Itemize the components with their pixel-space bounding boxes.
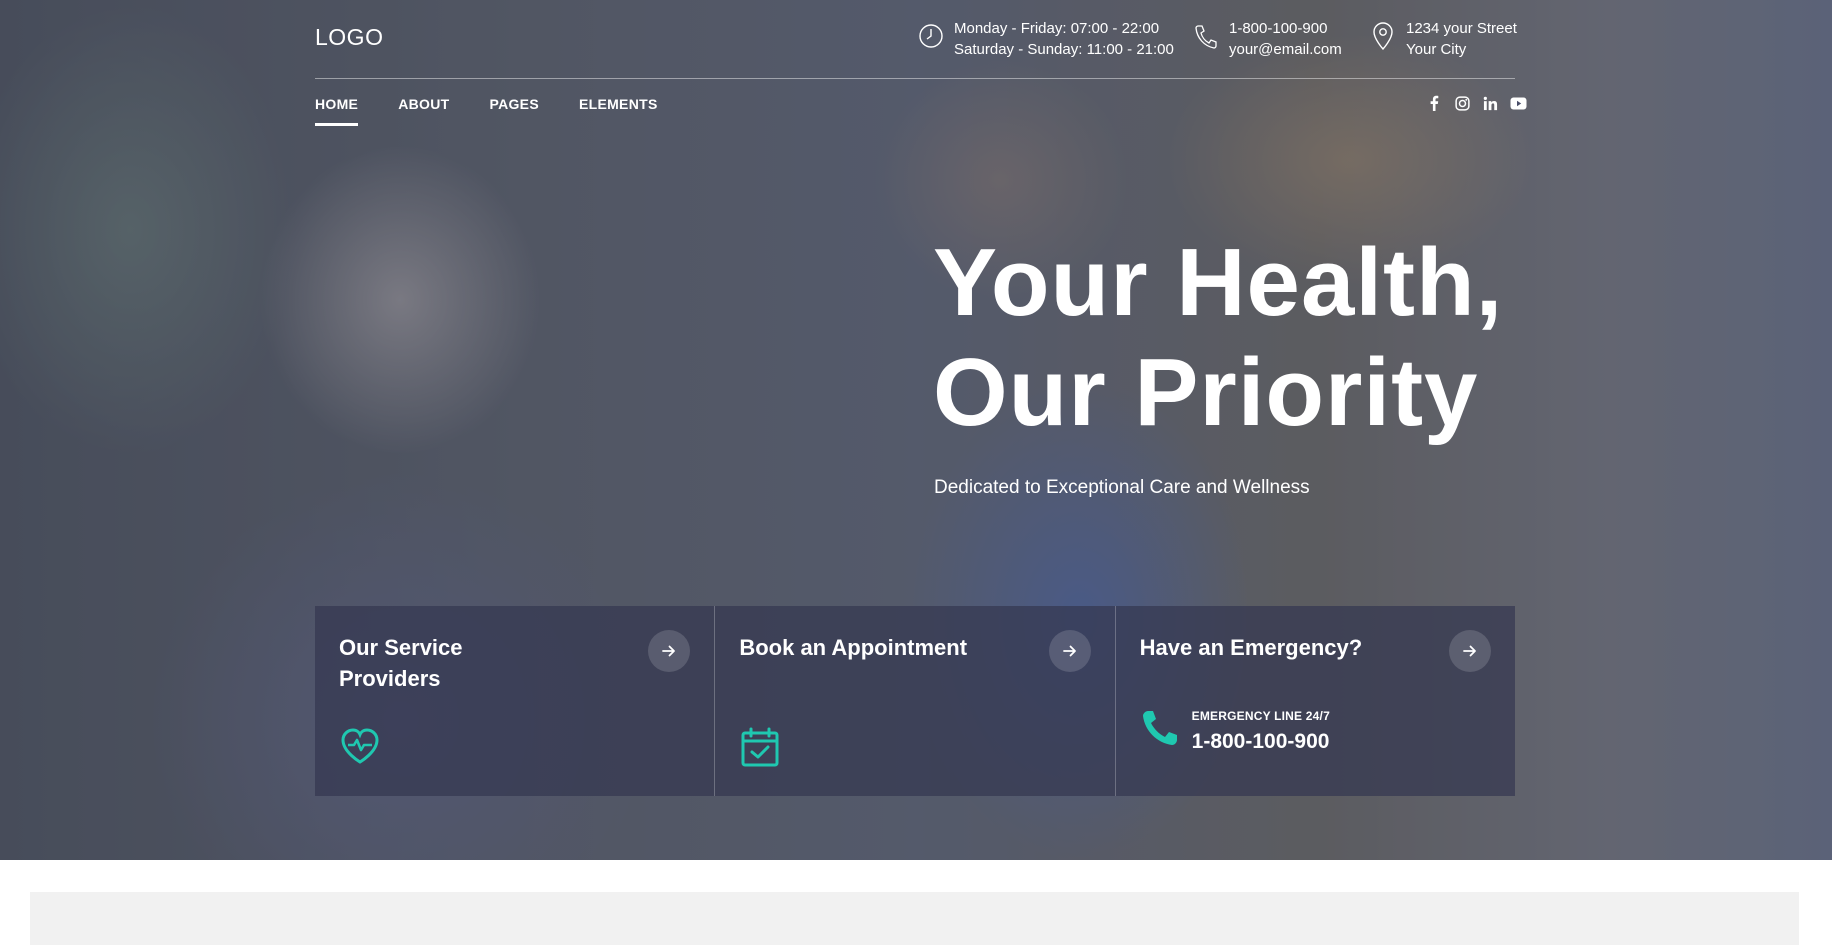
contact-phone[interactable]: 1-800-100-900 bbox=[1229, 18, 1342, 39]
card-book-appointment[interactable]: Book an Appointment bbox=[714, 606, 1115, 796]
map-pin-icon bbox=[1373, 22, 1393, 51]
instagram-icon[interactable] bbox=[1453, 94, 1471, 112]
clock-icon bbox=[919, 24, 943, 48]
hero-headline: Your Health, Our Priority bbox=[933, 228, 1503, 448]
nav-item-pages[interactable]: PAGES bbox=[489, 96, 538, 126]
arrow-right-icon[interactable] bbox=[1448, 630, 1491, 672]
youtube-icon[interactable] bbox=[1509, 94, 1527, 112]
nav-item-elements[interactable]: ELEMENTS bbox=[579, 96, 658, 126]
next-section bbox=[30, 892, 1799, 945]
address-info: 1234 your Street Your City bbox=[1370, 18, 1517, 60]
nav-item-about[interactable]: ABOUT bbox=[398, 96, 449, 126]
facebook-icon[interactable] bbox=[1425, 94, 1443, 112]
card-title: Book an Appointment bbox=[739, 635, 968, 660]
logo[interactable]: LOGO bbox=[315, 24, 383, 51]
address-city: Your City bbox=[1406, 41, 1467, 58]
heart-pulse-icon bbox=[341, 728, 379, 764]
hours-weekdays: Monday - Friday: 07:00 - 22:00 bbox=[954, 20, 1160, 37]
emergency-number[interactable]: 1-800-100-900 bbox=[1192, 730, 1330, 754]
phone-icon bbox=[1195, 25, 1217, 49]
header-divider bbox=[315, 78, 1515, 79]
calendar-check-icon bbox=[741, 727, 779, 767]
address-street: 1234 your Street bbox=[1406, 20, 1517, 37]
contact-info: 1-800-100-900 your@email.com bbox=[1193, 18, 1342, 60]
main-nav: HOME ABOUT PAGES ELEMENTS bbox=[315, 96, 698, 126]
phone-icon bbox=[1142, 711, 1177, 745]
nav-item-home[interactable]: HOME bbox=[315, 96, 359, 126]
card-service-providers[interactable]: Our Service Providers bbox=[315, 606, 715, 796]
emergency-line-label: EMERGENCY LINE 24/7 bbox=[1191, 709, 1330, 723]
contact-email[interactable]: your@email.com bbox=[1229, 39, 1342, 60]
hours-weekend: Saturday - Sunday: 11:00 - 21:00 bbox=[954, 41, 1174, 58]
hero-headline-line1: Your Health, bbox=[933, 229, 1504, 336]
feature-cards: Our Service Providers Book an Appointmen… bbox=[315, 606, 1515, 796]
hero-subheadline: Dedicated to Exceptional Care and Wellne… bbox=[934, 477, 1310, 498]
opening-hours: Monday - Friday: 07:00 - 22:00 Saturday … bbox=[918, 18, 1174, 60]
card-title: Our Service Providers bbox=[339, 635, 463, 691]
card-emergency[interactable]: Have an Emergency? EMERGENCY LINE 24/7 1… bbox=[1114, 606, 1515, 796]
linkedin-icon[interactable] bbox=[1481, 94, 1499, 112]
hero-section: LOGO Monday - Friday: 07:00 - 22:00 Satu… bbox=[0, 0, 1832, 860]
arrow-right-icon[interactable] bbox=[1048, 630, 1091, 672]
arrow-right-icon[interactable] bbox=[648, 630, 691, 672]
hero-headline-line2: Our Priority bbox=[933, 339, 1479, 446]
card-title: Have an Emergency? bbox=[1139, 635, 1363, 660]
social-links bbox=[1415, 94, 1527, 112]
